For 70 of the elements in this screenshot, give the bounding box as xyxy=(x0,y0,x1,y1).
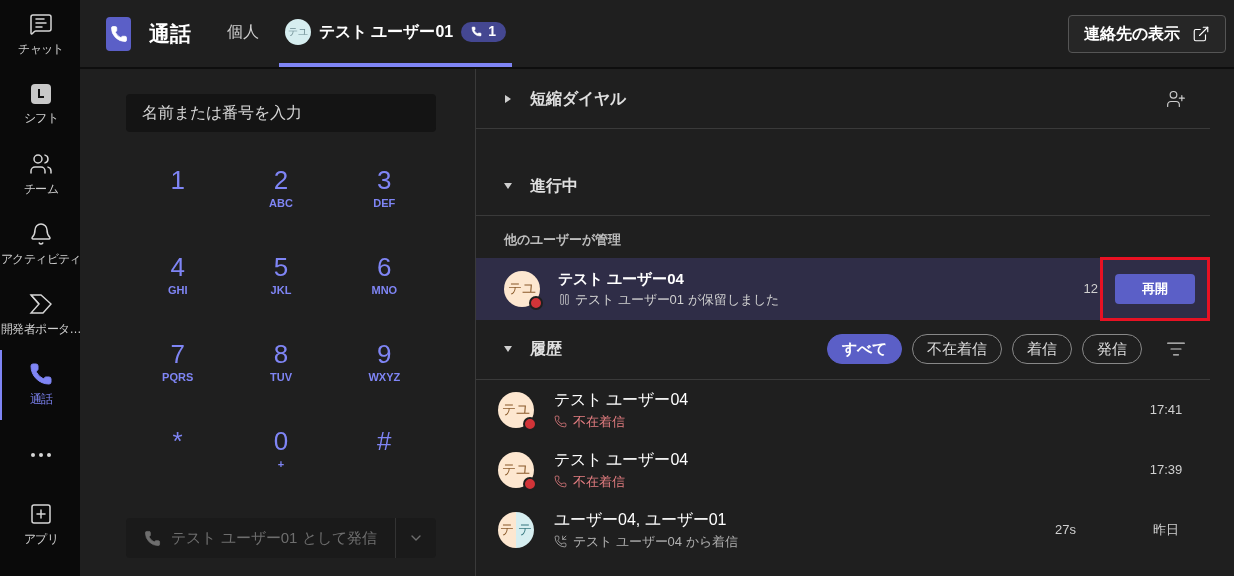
avatar-initials: テユ xyxy=(504,270,540,307)
history-row[interactable]: テ テ ユーザー04, ユーザー01 テスト ユーザー04 から着信 27s 昨日 xyxy=(476,499,1210,560)
team-icon xyxy=(29,152,53,176)
caller-name: テスト ユーザー04 xyxy=(558,268,685,289)
clock-icon xyxy=(30,83,52,105)
dial-key[interactable]: 2 ABC xyxy=(229,164,333,251)
dial-key[interactable]: 8 TUV xyxy=(229,338,333,425)
avatar-initials: テユ xyxy=(498,451,534,488)
phone-icon xyxy=(29,362,53,386)
call-detail: 不在着信 xyxy=(573,412,625,431)
call-time: 17:39 xyxy=(1148,460,1184,479)
filter-chip[interactable]: すべて xyxy=(827,334,902,364)
held-call-row[interactable]: テユ テスト ユーザー04 テスト ユーザー01 が保留しました 12 再開 xyxy=(476,257,1210,320)
avatar: テユ xyxy=(285,18,311,45)
incoming-call-icon xyxy=(554,535,567,548)
dial-key[interactable]: 1 xyxy=(126,164,230,251)
dial-key[interactable]: 7 PQRS xyxy=(126,338,230,425)
rail-item[interactable]: シフト xyxy=(0,70,80,140)
page-title: 通話 xyxy=(149,20,191,47)
bell-icon xyxy=(29,222,53,246)
rail-item[interactable]: 開発者ポータ… xyxy=(0,280,80,350)
external-link-icon xyxy=(1192,24,1210,43)
resume-button[interactable]: 再開 xyxy=(1115,273,1195,304)
avatar-initials: テユ xyxy=(498,391,534,428)
portal-icon xyxy=(29,292,53,316)
call-detail: 不在着信 xyxy=(573,472,625,491)
phone-icon xyxy=(144,529,162,547)
dial-key[interactable]: 9 WXYZ xyxy=(332,338,436,425)
rail-item[interactable]: チャット xyxy=(0,0,80,70)
call-time: 昨日 xyxy=(1152,520,1180,539)
rail-item[interactable]: チーム xyxy=(0,140,80,210)
dial-key[interactable]: 6 MNO xyxy=(332,251,436,338)
avatar-initials: テ xyxy=(498,511,516,548)
dial-key[interactable]: 0 + xyxy=(229,425,333,512)
call-duration: 12 xyxy=(1083,279,1098,298)
chat-icon xyxy=(29,12,53,36)
section-title[interactable]: 短縮ダイヤル xyxy=(530,86,626,111)
app-logo-icon xyxy=(106,16,131,51)
search-field[interactable]: 名前または番号を入力 xyxy=(126,94,436,132)
add-app-icon xyxy=(29,502,53,526)
dial-key[interactable]: * xyxy=(126,425,230,512)
missed-call-icon xyxy=(554,475,567,488)
rail-item[interactable]: アプリ xyxy=(0,490,80,560)
dial-key[interactable]: # xyxy=(332,425,436,512)
header-tab[interactable]: テユ テスト ユーザー01 1 xyxy=(279,0,513,67)
dial-key[interactable]: 3 DEF xyxy=(332,164,436,251)
history-row[interactable]: テユ テスト ユーザー04 不在着信 17:39 xyxy=(476,439,1210,500)
call-time: 17:41 xyxy=(1148,400,1184,419)
group-label: 他のユーザーが管理 xyxy=(502,231,621,249)
missed-call-icon xyxy=(554,415,567,428)
dial-key[interactable]: 5 JKL xyxy=(229,251,333,338)
more-icon xyxy=(31,453,51,457)
caller-name[interactable]: テスト ユーザー04 xyxy=(554,447,689,472)
caller-name[interactable]: テスト ユーザー04 xyxy=(554,387,689,412)
call-detail: テスト ユーザー04 から着信 xyxy=(573,532,738,551)
history-row[interactable]: テユ テスト ユーザー04 不在着信 17:41 xyxy=(476,379,1210,440)
rail-item[interactable]: アクティビティ xyxy=(0,210,80,280)
call-count-badge: 1 xyxy=(461,21,507,42)
header-tab[interactable]: 個人 xyxy=(221,0,265,67)
avatar-initials: テ xyxy=(516,511,534,548)
section-title[interactable]: 履歴 xyxy=(530,337,562,361)
section-title[interactable]: 進行中 xyxy=(530,173,578,198)
rail-item[interactable]: 通話 xyxy=(0,350,80,420)
add-contact-icon[interactable] xyxy=(1166,88,1186,109)
dial-key[interactable]: 4 GHI xyxy=(126,251,230,338)
pause-icon xyxy=(558,293,571,307)
call-duration: 27s xyxy=(1055,520,1076,539)
show-contacts-button[interactable]: 連絡先の表示 xyxy=(1068,14,1226,53)
hold-status: テスト ユーザー01 が保留しました xyxy=(575,291,779,309)
caller-name[interactable]: ユーザー04, ユーザー01 xyxy=(554,507,738,532)
